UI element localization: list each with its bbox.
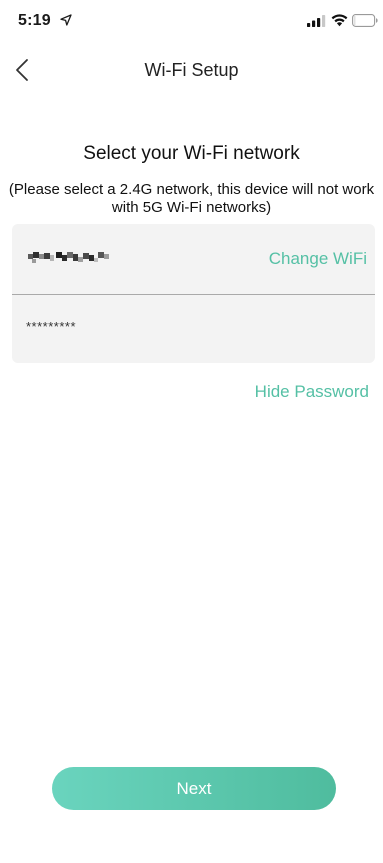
next-button[interactable]: Next [52, 767, 336, 810]
hide-password-link[interactable]: Hide Password [255, 382, 369, 402]
ssid-value-pixelated [28, 252, 109, 263]
wifi-setup-screen: 5:19 Wi-Fi Setup Select your Wi-Fi netwo… [0, 0, 383, 863]
wifi-icon [331, 14, 348, 27]
page-title: Wi-Fi Setup [144, 60, 239, 80]
network-requirement-note: (Please select a 2.4G network, this devi… [8, 181, 375, 216]
network-credentials-card: Change WiFi [12, 224, 375, 363]
status-time: 5:19 [18, 12, 51, 29]
status-bar: 5:19 [0, 0, 383, 40]
section-heading: Select your Wi-Fi network [83, 143, 300, 164]
ssid-row: Change WiFi [12, 224, 375, 294]
password-row [12, 295, 375, 363]
navigation-bar: Wi-Fi Setup [0, 48, 383, 92]
cellular-signal-icon [307, 15, 326, 27]
change-wifi-link[interactable]: Change WiFi [269, 249, 367, 269]
location-arrow-icon [60, 14, 72, 26]
battery-icon [352, 14, 378, 27]
password-field[interactable] [26, 313, 356, 339]
